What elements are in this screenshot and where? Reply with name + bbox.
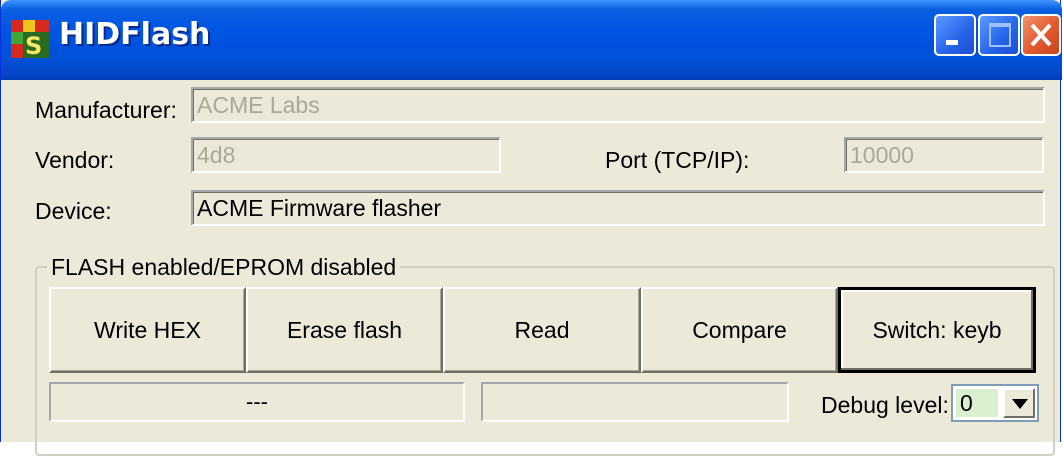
maximize-icon (989, 23, 1011, 47)
read-button[interactable]: Read (443, 287, 641, 373)
erase-flash-button[interactable]: Erase flash (246, 287, 443, 373)
manufacturer-field[interactable]: ACME Labs (191, 87, 1045, 123)
chevron-down-icon (1012, 399, 1028, 409)
close-icon (1030, 23, 1052, 47)
maximize-button[interactable] (978, 14, 1020, 56)
status-field-left: --- (49, 382, 465, 422)
compare-button[interactable]: Compare (641, 287, 838, 373)
debug-level-select[interactable]: 0 (951, 384, 1039, 422)
hidflash-window: S HIDFlash Manufacturer: ACME Labs Vendo… (0, 0, 1062, 456)
debug-level-dropdown-button[interactable] (1003, 388, 1035, 418)
svg-text:S: S (25, 32, 42, 58)
switch-keyb-button[interactable]: Switch: keyb (838, 287, 1036, 373)
vendor-label: Vendor: (35, 147, 115, 173)
debug-level-value: 0 (956, 389, 998, 417)
device-field[interactable]: ACME Firmware flasher (191, 190, 1045, 226)
window-title: HIDFlash (59, 17, 211, 52)
minimize-icon (946, 40, 958, 45)
vendor-field[interactable]: 4d8 (191, 137, 501, 173)
port-label: Port (TCP/IP): (605, 147, 750, 173)
close-button[interactable] (1021, 14, 1061, 56)
flash-group-title: FLASH enabled/EPROM disabled (47, 254, 401, 281)
write-hex-button[interactable]: Write HEX (49, 287, 246, 373)
title-bar[interactable]: S HIDFlash (1, 0, 1062, 80)
status-field-middle (481, 382, 789, 422)
manufacturer-label: Manufacturer: (35, 97, 177, 123)
device-label: Device: (35, 198, 112, 224)
minimize-button[interactable] (934, 14, 976, 56)
hidflash-app-icon: S (11, 20, 49, 58)
debug-level-label: Debug level: (821, 392, 949, 418)
port-field[interactable]: 10000 (844, 137, 1044, 173)
